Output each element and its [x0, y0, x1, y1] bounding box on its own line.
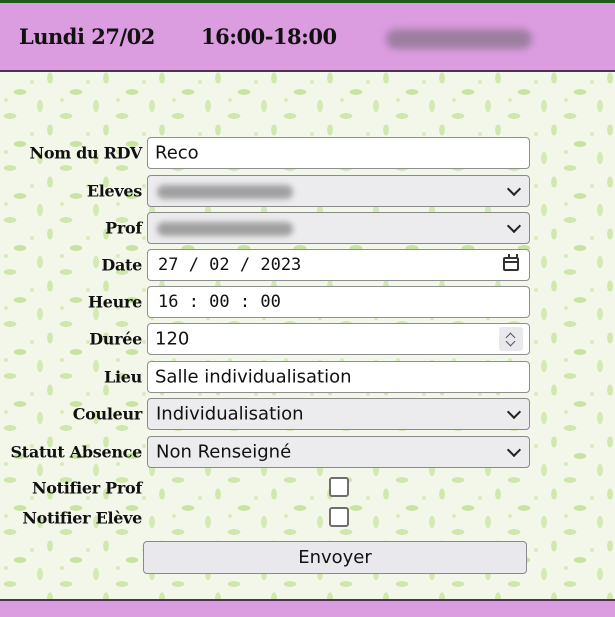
row-statut-absence: Statut Absence Non Renseigné [0, 436, 615, 468]
prof-value-redacted [157, 222, 293, 236]
envoyer-button[interactable]: Envoyer [143, 541, 527, 574]
label-eleves: Eleves [86, 181, 142, 201]
chevron-down-icon [506, 218, 522, 234]
heure-value: 16 : 00 : 00 [158, 292, 281, 312]
lieu-input[interactable]: Salle individualisation [147, 361, 530, 393]
row-notifier-prof: Notifier Prof [0, 472, 615, 504]
nom-rdv-value: Reco [155, 142, 199, 164]
eleves-select[interactable] [147, 175, 530, 207]
nom-rdv-input[interactable]: Reco [147, 137, 530, 169]
header-date: Lundi 27/02 [19, 24, 155, 49]
header-name-redacted [386, 29, 532, 49]
chevron-down-icon [506, 404, 522, 420]
lieu-value: Salle individualisation [155, 366, 352, 388]
couleur-select[interactable]: Individualisation [147, 398, 530, 430]
header-bar: Lundi 27/02 16:00-18:00 [0, 3, 615, 72]
label-statut-absence: Statut Absence [10, 442, 143, 462]
date-input[interactable]: 27 / 02 / 2023 [147, 249, 530, 281]
couleur-value: Individualisation [156, 403, 304, 425]
eleves-value-redacted [157, 185, 293, 199]
duree-number-input[interactable]: 120 [147, 323, 530, 355]
row-nom-rdv: Nom du RDV Reco [0, 137, 615, 169]
label-notifier-prof: Notifier Prof [31, 478, 142, 498]
row-date: Date 27 / 02 / 2023 [0, 249, 615, 281]
row-couleur: Couleur Individualisation [0, 398, 615, 430]
row-notifier-eleve: Notifier Elève [0, 502, 615, 534]
label-couleur: Couleur [72, 404, 143, 424]
calendar-icon[interactable] [503, 254, 519, 271]
footer-bar [0, 599, 615, 617]
date-value: 27 / 02 / 2023 [158, 255, 302, 275]
label-date: Date [101, 255, 142, 275]
row-duree: Durée 120 [0, 323, 615, 355]
label-duree: Durée [89, 329, 142, 349]
header-time: 16:00-18:00 [201, 24, 337, 49]
notifier-prof-checkbox[interactable] [329, 477, 349, 497]
label-lieu: Lieu [104, 367, 142, 387]
label-nom-rdv: Nom du RDV [29, 143, 143, 163]
row-heure: Heure 16 : 00 : 00 [0, 286, 615, 318]
notifier-eleve-checkbox[interactable] [329, 507, 349, 527]
chevron-down-icon [506, 442, 522, 458]
duree-value: 120 [155, 328, 190, 350]
row-lieu: Lieu Salle individualisation [0, 361, 615, 393]
statut-absence-select[interactable]: Non Renseigné [147, 436, 530, 468]
chevron-down-icon [506, 181, 522, 197]
heure-input[interactable]: 16 : 00 : 00 [147, 286, 530, 318]
label-heure: Heure [87, 292, 142, 312]
row-prof: Prof [0, 212, 615, 244]
row-eleves: Eleves [0, 175, 615, 207]
statut-absence-value: Non Renseigné [156, 441, 292, 463]
prof-select[interactable] [147, 212, 530, 244]
label-prof: Prof [105, 218, 142, 238]
spinner-arrows-icon[interactable] [499, 327, 523, 351]
label-notifier-eleve: Notifier Elève [22, 508, 142, 528]
